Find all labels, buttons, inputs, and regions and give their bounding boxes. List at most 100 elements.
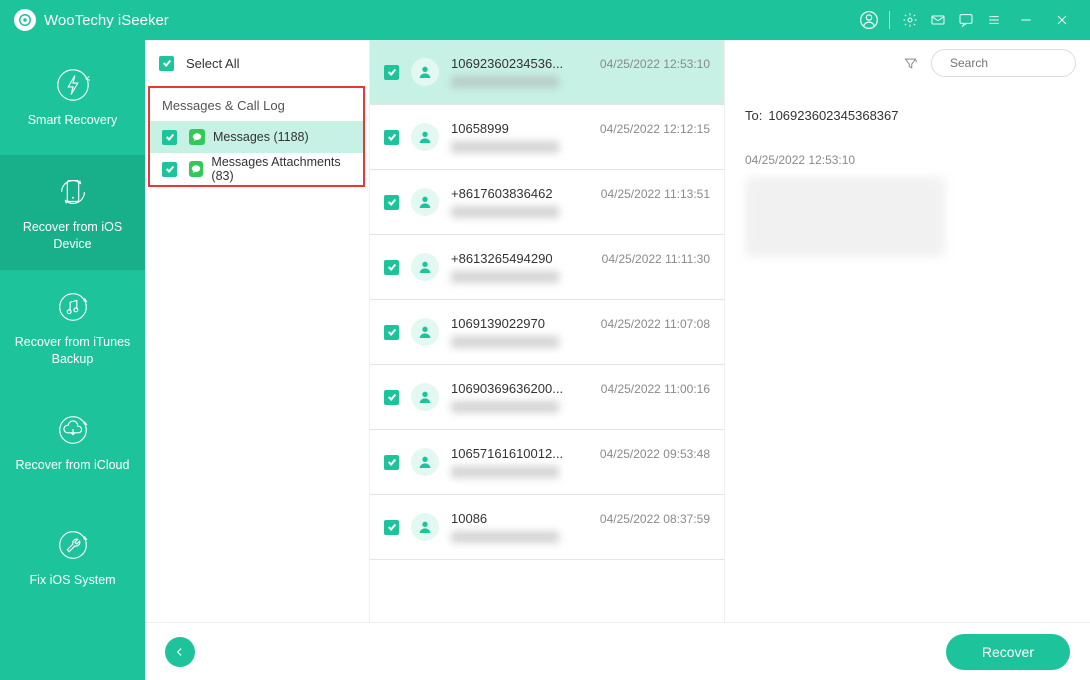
close-button[interactable]: [1044, 0, 1080, 40]
messages-app-icon: [189, 129, 205, 145]
message-date: 04/25/2022 12:53:10: [600, 57, 710, 71]
message-preview: [451, 206, 631, 218]
search-input[interactable]: [948, 55, 1090, 71]
category-label: Messages Attachments (83): [211, 155, 351, 183]
message-number: +8617603836462: [451, 186, 553, 201]
message-preview: [451, 336, 631, 348]
footer: Recover: [145, 622, 1090, 680]
avatar-icon: [411, 253, 439, 281]
sidebar-item-label: Smart Recovery: [28, 112, 118, 129]
message-list-item[interactable]: +8613265494290 04/25/2022 11:11:30: [370, 235, 724, 300]
highlighted-category-group: Messages & Call Log Messages (1188) Mess…: [148, 86, 365, 187]
message-checkbox[interactable]: [384, 520, 399, 535]
avatar-icon: [411, 383, 439, 411]
message-checkbox[interactable]: [384, 130, 399, 145]
category-label: Messages (1188): [213, 130, 309, 144]
minimize-button[interactable]: [1008, 0, 1044, 40]
message-checkbox[interactable]: [384, 390, 399, 405]
message-list-item[interactable]: +8617603836462 04/25/2022 11:13:51: [370, 170, 724, 235]
message-list-item[interactable]: 1069139022970 04/25/2022 11:07:08: [370, 300, 724, 365]
select-all-label: Select All: [186, 56, 239, 71]
message-list-item[interactable]: 10692360234536... 04/25/2022 12:53:10: [370, 40, 724, 105]
divider: [889, 11, 890, 29]
message-preview: [451, 531, 631, 543]
select-all-row[interactable]: Select All: [145, 40, 369, 86]
category-header: Messages & Call Log: [150, 88, 363, 121]
message-checkbox[interactable]: [384, 65, 399, 80]
lightning-circle-icon: [54, 66, 92, 104]
message-list-item[interactable]: 10657161610012... 04/25/2022 09:53:48: [370, 430, 724, 495]
message-list-item[interactable]: 10086 04/25/2022 08:37:59: [370, 495, 724, 560]
recover-button[interactable]: Recover: [946, 634, 1070, 670]
back-button[interactable]: [165, 637, 195, 667]
menu-icon[interactable]: [980, 0, 1008, 40]
sidebar-item-ios-device[interactable]: Recover from iOS Device: [0, 155, 145, 270]
message-number: 10690369636200...: [451, 381, 563, 396]
messages-app-icon: [189, 161, 203, 177]
message-date: 04/25/2022 11:00:16: [601, 382, 710, 396]
cloud-download-icon: [54, 411, 92, 449]
message-date: 04/25/2022 12:12:15: [600, 122, 710, 136]
detail-to-row: To: 106923602345368367: [745, 108, 1070, 123]
title-bar: WooTechy iSeeker: [0, 0, 1090, 40]
sidebar-item-label: Recover from iCloud: [16, 457, 130, 474]
user-icon[interactable]: [855, 0, 883, 40]
to-label: To:: [745, 108, 762, 123]
message-number: +8613265494290: [451, 251, 553, 266]
settings-icon[interactable]: [896, 0, 924, 40]
wrench-circle-icon: [54, 526, 92, 564]
message-checkbox[interactable]: [384, 260, 399, 275]
phone-refresh-icon: [54, 173, 92, 211]
sidebar-item-itunes-backup[interactable]: Recover from iTunes Backup: [0, 270, 145, 385]
message-preview: [451, 271, 631, 283]
search-box[interactable]: [931, 49, 1076, 77]
category-item-messages-attachments[interactable]: Messages Attachments (83): [150, 153, 363, 185]
message-preview: [451, 141, 631, 153]
message-number: 10692360234536...: [451, 56, 563, 71]
category-panel: Select All Messages & Call Log Messages …: [145, 40, 370, 622]
message-checkbox[interactable]: [384, 195, 399, 210]
avatar-icon: [411, 318, 439, 346]
message-date: 04/25/2022 11:13:51: [601, 187, 710, 201]
message-list-item[interactable]: 10658999 04/25/2022 12:12:15: [370, 105, 724, 170]
message-date: 04/25/2022 11:07:08: [601, 317, 710, 331]
select-all-checkbox[interactable]: [159, 56, 174, 71]
avatar-icon: [411, 123, 439, 151]
filter-button[interactable]: [899, 52, 921, 74]
sidebar: Smart Recovery Recover from iOS Device R…: [0, 40, 145, 680]
message-date: 04/25/2022 11:11:30: [602, 252, 710, 266]
sidebar-item-icloud[interactable]: Recover from iCloud: [0, 385, 145, 500]
message-date: 04/25/2022 09:53:48: [600, 447, 710, 461]
app-logo: [14, 9, 36, 31]
sidebar-item-fix-ios[interactable]: Fix iOS System: [0, 500, 145, 615]
message-number: 10657161610012...: [451, 446, 563, 461]
sidebar-item-label: Fix iOS System: [29, 572, 115, 589]
sidebar-item-label: Recover from iTunes Backup: [8, 334, 137, 368]
avatar-icon: [411, 58, 439, 86]
music-refresh-icon: [54, 288, 92, 326]
message-list-item[interactable]: 10690369636200... 04/25/2022 11:00:16: [370, 365, 724, 430]
message-bubble: [745, 177, 945, 257]
category-checkbox[interactable]: [162, 130, 177, 145]
message-number: 10086: [451, 511, 487, 526]
detail-message-date: 04/25/2022 12:53:10: [745, 153, 1070, 167]
feedback-icon[interactable]: [952, 0, 980, 40]
mail-icon[interactable]: [924, 0, 952, 40]
message-checkbox[interactable]: [384, 325, 399, 340]
sidebar-item-label: Recover from iOS Device: [8, 219, 137, 253]
detail-panel: To: 106923602345368367 04/25/2022 12:53:…: [725, 40, 1090, 622]
category-item-messages[interactable]: Messages (1188): [150, 121, 363, 153]
message-preview: [451, 76, 631, 88]
avatar-icon: [411, 513, 439, 541]
avatar-icon: [411, 188, 439, 216]
message-preview: [451, 401, 631, 413]
message-list: 10692360234536... 04/25/2022 12:53:10 10…: [370, 40, 725, 622]
app-title: WooTechy iSeeker: [44, 12, 169, 29]
message-number: 10658999: [451, 121, 509, 136]
sidebar-item-smart-recovery[interactable]: Smart Recovery: [0, 40, 145, 155]
message-date: 04/25/2022 08:37:59: [600, 512, 710, 526]
message-number: 1069139022970: [451, 316, 545, 331]
message-checkbox[interactable]: [384, 455, 399, 470]
category-checkbox[interactable]: [162, 162, 177, 177]
message-preview: [451, 466, 631, 478]
